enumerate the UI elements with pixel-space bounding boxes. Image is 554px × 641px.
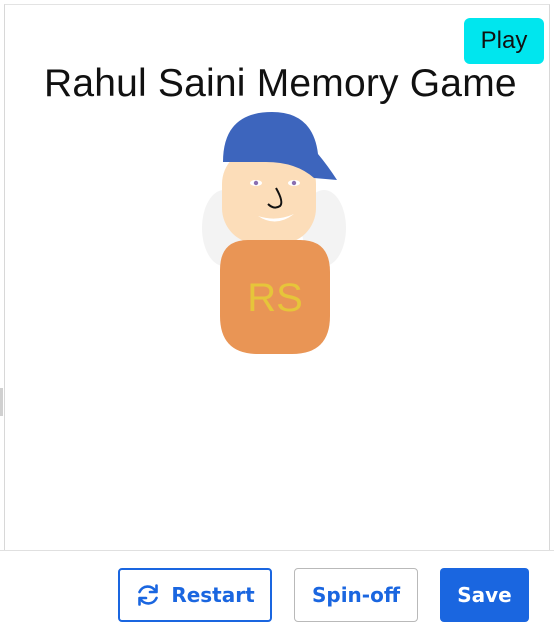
- spin-off-label: Spin-off: [311, 583, 401, 607]
- spin-off-button[interactable]: Spin-off: [294, 568, 418, 622]
- game-title: Rahul Saini Memory Game: [44, 62, 517, 105]
- sprite-initials: RS: [247, 276, 303, 320]
- app-frame: Play Rahul Saini Memory Game RS Restart: [0, 0, 554, 641]
- play-button[interactable]: Play: [464, 18, 544, 64]
- refresh-icon: [138, 584, 159, 606]
- save-button[interactable]: Save: [440, 568, 529, 622]
- resize-handle[interactable]: [0, 388, 3, 416]
- save-label: Save: [457, 583, 512, 607]
- character-sprite[interactable]: [196, 104, 352, 360]
- restart-label: Restart: [171, 583, 255, 607]
- restart-button[interactable]: Restart: [118, 568, 272, 622]
